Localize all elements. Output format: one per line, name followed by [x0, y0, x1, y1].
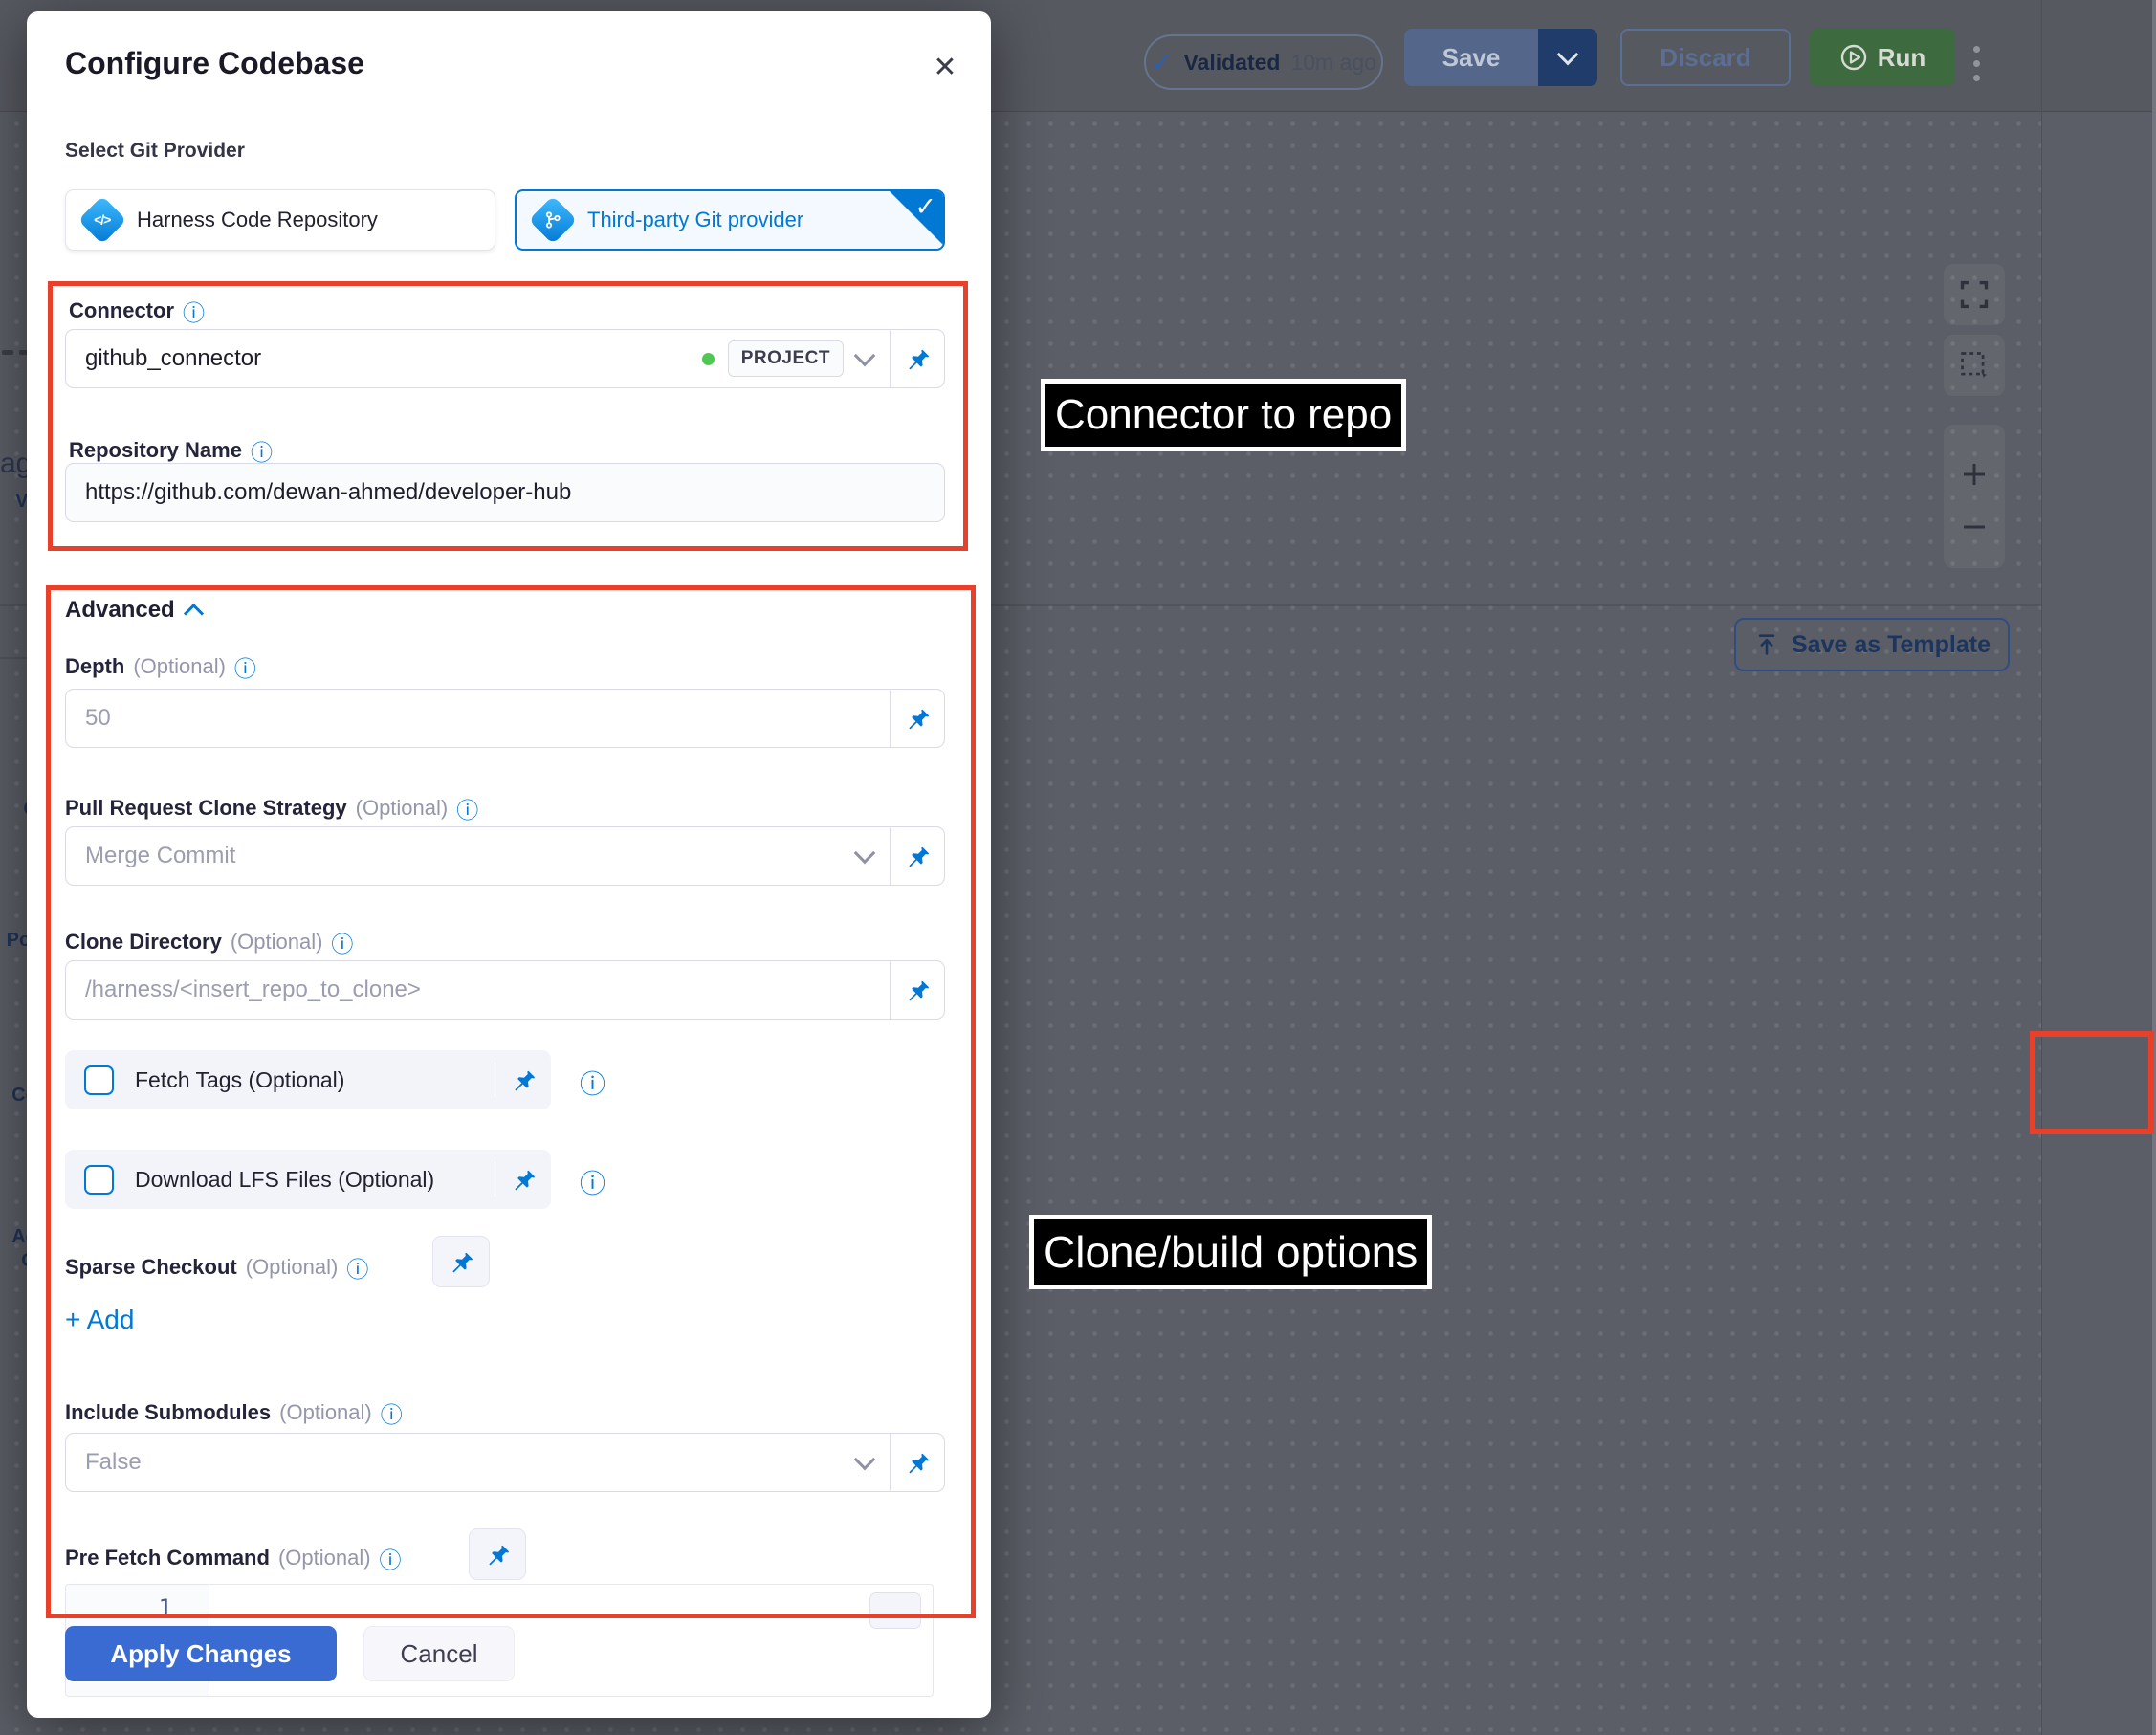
chevron-down-icon: [1557, 43, 1579, 65]
more-options-menu[interactable]: [1970, 38, 1982, 88]
zoom-in-icon[interactable]: [1960, 460, 1989, 489]
discard-button[interactable]: Discard: [1620, 29, 1791, 86]
studio-right-rail: [2041, 0, 2156, 1735]
kebab-dot: [1973, 75, 1980, 81]
save-split-button[interactable]: Save: [1404, 29, 1597, 86]
annotation-box-advanced: [46, 585, 976, 1618]
marquee-select-icon: [1958, 349, 1991, 382]
modal-title: Configure Codebase: [65, 46, 364, 81]
annotation-box-codebase: [2030, 1031, 2154, 1134]
save-dropdown-button[interactable]: [1538, 29, 1597, 86]
selected-check-icon: ✓: [914, 192, 936, 222]
save-as-template-label: Save as Template: [1792, 631, 1991, 659]
kebab-dot: [1973, 60, 1980, 67]
run-label: Run: [1878, 43, 1926, 73]
pipeline-studio-screen: ag ✓ Validated 10m ago Save Discard Run …: [0, 0, 2156, 1735]
third-party-git-provider-option[interactable]: Third-party Git provider ✓: [515, 189, 945, 251]
validated-time: 10m ago: [1290, 50, 1376, 76]
check-icon: ✓: [1151, 47, 1173, 78]
git-provider-section-label: Select Git Provider: [65, 140, 245, 163]
window-edge: [2152, 0, 2156, 1735]
upload-icon: [1753, 631, 1780, 658]
zoom-controls[interactable]: [1944, 425, 2005, 568]
run-button[interactable]: Run: [1810, 29, 1955, 86]
annotation-box-connector: [48, 281, 968, 551]
stage-connector-dash: [2, 350, 13, 355]
cancel-button[interactable]: Cancel: [363, 1626, 515, 1681]
git-branch-icon: [529, 196, 578, 245]
play-icon: [1839, 43, 1868, 72]
save-button[interactable]: Save: [1404, 29, 1538, 86]
marquee-select-button[interactable]: [1944, 335, 2005, 396]
validated-status-badge: ✓ Validated 10m ago: [1144, 34, 1383, 90]
fullscreen-icon: [1958, 278, 1991, 311]
harness-code-repository-option[interactable]: </> Harness Code Repository: [65, 189, 495, 251]
annotation-label-connector: Connector to repo: [1041, 379, 1406, 451]
kebab-dot: [1973, 46, 1980, 53]
fullscreen-button[interactable]: [1944, 264, 2005, 325]
apply-changes-button[interactable]: Apply Changes: [65, 1626, 337, 1681]
save-as-template-button[interactable]: Save as Template: [1734, 618, 2010, 671]
annotation-label-clone: Clone/build options: [1029, 1215, 1432, 1289]
harness-code-icon: </>: [78, 196, 127, 245]
close-icon[interactable]: ✕: [924, 46, 966, 88]
zoom-out-icon[interactable]: [1960, 521, 1989, 533]
validated-label: Validated: [1183, 50, 1280, 76]
